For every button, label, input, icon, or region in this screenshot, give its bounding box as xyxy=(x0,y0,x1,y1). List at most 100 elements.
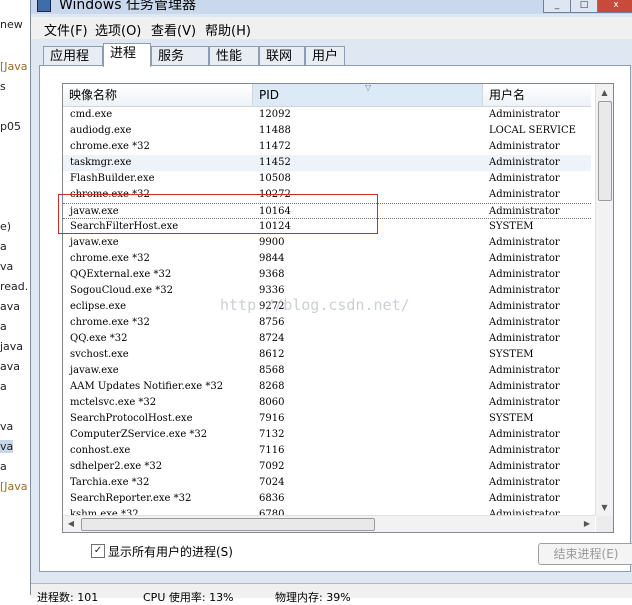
process-pid: 7132 xyxy=(259,429,285,440)
process-image-name: mctelsvc.exe *32 xyxy=(70,397,157,408)
process-pid: 8060 xyxy=(259,397,285,408)
background-editor-line: va xyxy=(0,440,14,453)
process-row[interactable]: QQExternal.exe *32 9368 Administrator xyxy=(63,267,591,283)
background-editor-line: e) xyxy=(0,220,12,233)
window-title: Windows 任务管理器 xyxy=(59,0,196,13)
close-button[interactable]: x xyxy=(597,0,632,13)
process-row[interactable]: conhost.exe 7116 Administrator xyxy=(63,443,591,459)
process-row[interactable]: Tarchia.exe *32 7024 Administrator xyxy=(63,475,591,491)
title-bar[interactable]: Windows 任务管理器 _ □ x xyxy=(31,0,632,14)
end-process-button[interactable]: 结束进程(E) xyxy=(538,543,632,565)
status-bar: 进程数: 101 CPU 使用率: 13% 物理内存: 39% xyxy=(31,583,632,604)
process-pid: 8756 xyxy=(259,317,285,328)
process-pid: 8724 xyxy=(259,333,285,344)
process-image-name: SearchProtocolHost.exe xyxy=(70,413,193,424)
process-row[interactable]: taskmgr.exe 11452 Administrator xyxy=(63,155,591,171)
process-row[interactable]: javaw.exe 9900 Administrator xyxy=(63,235,591,251)
process-image-name: Tarchia.exe *32 xyxy=(70,477,150,488)
process-user-name: Administrator xyxy=(489,493,560,504)
background-editor-line: new xyxy=(0,18,23,31)
background-editor-line: [Java xyxy=(0,60,28,73)
tab-performance[interactable]: 性能 xyxy=(209,46,259,65)
background-editor-line: ava xyxy=(0,300,20,313)
column-user-name[interactable]: 用户名 xyxy=(483,84,591,106)
process-pid: 9900 xyxy=(259,237,285,248)
process-user-name: Administrator xyxy=(489,317,560,328)
process-user-name: Administrator xyxy=(489,285,560,296)
maximize-button[interactable]: □ xyxy=(570,0,598,13)
process-image-name: javaw.exe xyxy=(70,365,119,376)
background-editor-line: a xyxy=(0,240,7,253)
column-image-name[interactable]: 映像名称 xyxy=(63,84,253,106)
process-image-name: sdhelper2.exe *32 xyxy=(70,461,163,472)
process-user-name: Administrator xyxy=(489,477,560,488)
background-editor-line: a xyxy=(0,460,7,473)
scroll-right-arrow-icon[interactable]: ▶ xyxy=(579,516,595,532)
process-user-name: Administrator xyxy=(489,141,560,152)
process-image-name: audiodg.exe xyxy=(70,125,132,136)
task-manager-icon xyxy=(37,0,51,12)
process-row[interactable]: cmd.exe 12092 Administrator xyxy=(63,107,591,123)
process-image-name: QQExternal.exe *32 xyxy=(70,269,172,280)
vertical-scrollbar[interactable]: ▲ ▼ xyxy=(595,84,613,516)
scroll-down-arrow-icon[interactable]: ▼ xyxy=(596,499,613,516)
horizontal-scrollbar[interactable]: ◀ ▶ xyxy=(63,515,595,532)
menu-help[interactable]: 帮助(H) xyxy=(205,20,251,39)
process-row[interactable]: SearchReporter.exe *32 6836 Administrator xyxy=(63,491,591,507)
horizontal-scroll-thumb[interactable] xyxy=(81,518,375,531)
background-editor-line: s xyxy=(0,80,6,93)
show-all-users-label[interactable]: 显示所有用户的进程(S) xyxy=(108,543,233,560)
process-row[interactable]: sdhelper2.exe *32 7092 Administrator xyxy=(63,459,591,475)
process-user-name: Administrator xyxy=(489,429,560,440)
menu-view[interactable]: 查看(V) xyxy=(151,20,196,39)
show-all-users-checkbox[interactable]: ✓ xyxy=(91,544,105,558)
tab-networking[interactable]: 联网 xyxy=(259,46,305,65)
process-image-name: QQ.exe *32 xyxy=(70,333,128,344)
process-user-name: Administrator xyxy=(489,365,560,376)
process-user-name: Administrator xyxy=(489,445,560,456)
process-row[interactable]: audiodg.exe 11488 LOCAL SERVICE xyxy=(63,123,591,139)
process-image-name: chrome.exe *32 xyxy=(70,253,150,264)
tab-users[interactable]: 用户 xyxy=(305,46,345,65)
tab-services[interactable]: 服务 xyxy=(151,46,209,65)
background-editor-line: java xyxy=(0,340,24,353)
process-row[interactable]: FlashBuilder.exe 10508 Administrator xyxy=(63,171,591,187)
process-user-name: Administrator xyxy=(489,109,560,120)
tab-processes[interactable]: 进程 xyxy=(103,43,151,67)
process-row[interactable]: javaw.exe 8568 Administrator xyxy=(63,363,591,379)
process-user-name: Administrator xyxy=(489,333,560,344)
process-row[interactable]: svchost.exe 8612 SYSTEM xyxy=(63,347,591,363)
process-user-name: Administrator xyxy=(489,253,560,264)
process-row[interactable]: chrome.exe *32 9844 Administrator xyxy=(63,251,591,267)
background-editor-line: a xyxy=(0,380,7,393)
background-editor-line: [Java xyxy=(0,480,28,493)
process-pid: 11452 xyxy=(259,157,291,168)
scroll-up-arrow-icon[interactable]: ▲ xyxy=(596,84,613,101)
process-user-name: SYSTEM xyxy=(489,413,534,424)
status-physical-memory: 物理内存: 39% xyxy=(275,591,351,604)
process-row[interactable]: AAM Updates Notifier.exe *32 8268 Administ… xyxy=(63,379,591,395)
tab-applications[interactable]: 应用程序 xyxy=(43,46,103,83)
sort-arrow-icon: ▽ xyxy=(365,83,372,92)
status-process-count: 进程数: 101 xyxy=(37,591,99,604)
scroll-left-arrow-icon[interactable]: ◀ xyxy=(63,516,79,532)
process-row[interactable]: QQ.exe *32 8724 Administrator xyxy=(63,331,591,347)
menu-file[interactable]: 文件(F) xyxy=(44,20,88,39)
process-pid: 7916 xyxy=(259,413,285,424)
process-pid: 10508 xyxy=(259,173,291,184)
process-pid: 9844 xyxy=(259,253,285,264)
process-pid: 11472 xyxy=(259,141,291,152)
process-row[interactable]: chrome.exe *32 8756 Administrator xyxy=(63,315,591,331)
process-user-name: SYSTEM xyxy=(489,221,534,232)
minimize-button[interactable]: _ xyxy=(543,0,571,13)
vertical-scroll-thumb[interactable] xyxy=(598,101,612,201)
process-row[interactable]: ComputerZService.exe *32 7132 Administrato… xyxy=(63,427,591,443)
menu-options[interactable]: 选项(O) xyxy=(95,20,141,39)
process-row[interactable]: SearchProtocolHost.exe 7916 SYSTEM xyxy=(63,411,591,427)
process-pid: 12092 xyxy=(259,109,291,120)
background-editor-line: read. xyxy=(0,280,29,293)
process-image-name: eclipse.exe xyxy=(70,301,127,312)
process-pid: 8268 xyxy=(259,381,285,392)
process-row[interactable]: chrome.exe *32 11472 Administrator xyxy=(63,139,591,155)
process-row[interactable]: mctelsvc.exe *32 8060 Administrator xyxy=(63,395,591,411)
